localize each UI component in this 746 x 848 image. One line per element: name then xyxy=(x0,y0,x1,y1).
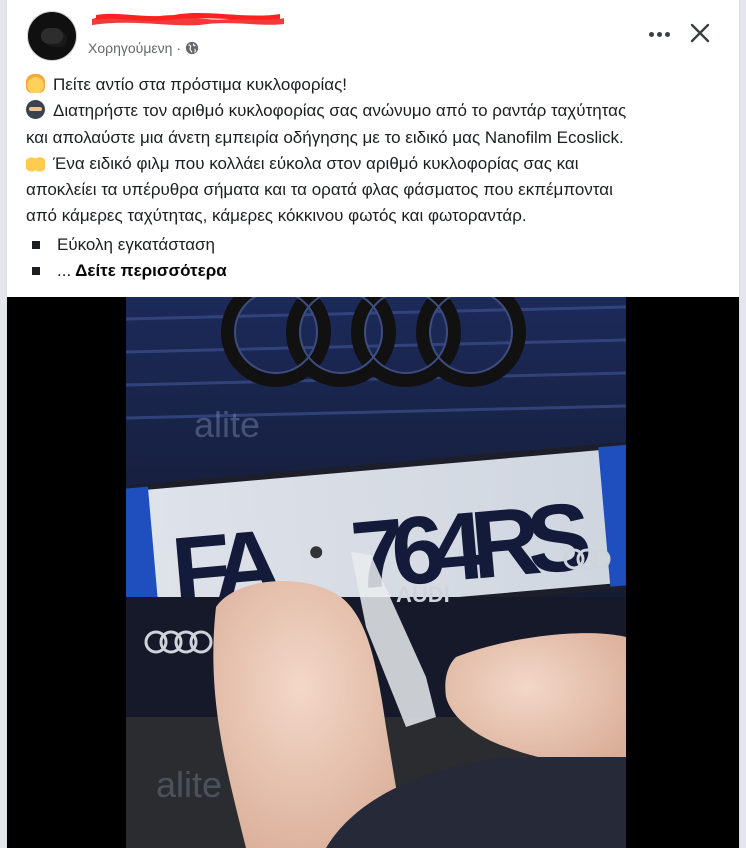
more-horizontal-icon-dot xyxy=(656,31,662,37)
list-item: Εύκολη εγκατάσταση xyxy=(32,232,227,258)
list-item: ... Δείτε περισσότερα xyxy=(32,258,227,284)
more-options-button[interactable] xyxy=(641,20,677,48)
video-frame: alite FA 764RS AUDI alite xyxy=(126,297,626,848)
video-player[interactable]: alite FA 764RS AUDI alite xyxy=(7,297,739,848)
post-line: Διατηρήστε τον αριθμό κυκλοφορίας σας αν… xyxy=(26,98,726,124)
globe-icon[interactable] xyxy=(185,41,199,55)
brand-text: AUDI xyxy=(396,582,450,607)
list-item-text: Εύκολη εγκατάσταση xyxy=(57,235,215,254)
redacted-page-name xyxy=(92,12,284,26)
ellipsis-text: ... xyxy=(57,261,72,280)
sponsored-label[interactable]: Χορηγούμενη xyxy=(88,40,172,56)
bullet-icon xyxy=(32,241,40,249)
post-line: αποκλείει τα υπέρυθρα σήματα και τα ορατ… xyxy=(26,177,726,203)
watermark-top: alite xyxy=(194,404,260,445)
post-body-text: Πείτε αντίο στα πρόστιμα κυκλοφορίας! Δι… xyxy=(26,72,726,230)
feature-list: Εύκολη εγκατάσταση ... Δείτε περισσότερα xyxy=(32,232,227,284)
post-line-text: Πείτε αντίο στα πρόστιμα κυκλοφορίας! xyxy=(53,75,348,94)
post-line: Ένα ειδικό φιλμ που κολλάει εύκολα στον … xyxy=(26,151,726,177)
post-line-text: αποκλείει τα υπέρυθρα σήματα και τα ορατ… xyxy=(26,180,613,200)
post-line-text: από κάμερες ταχύτητας, κάμερες κόκκινου … xyxy=(26,206,527,226)
bullet-icon xyxy=(32,267,40,275)
watermark-bottom: alite xyxy=(156,764,222,805)
close-icon xyxy=(690,23,710,43)
avatar[interactable] xyxy=(27,11,77,61)
post-line: και απολαύστε μια άνετη εμπειρία οδήγηση… xyxy=(26,125,726,151)
sponsored-post-card: Χορηγούμενη · Πείτε αντίο στα πρόστιμα κ… xyxy=(6,0,740,848)
post-meta: Χορηγούμενη · xyxy=(88,40,199,56)
see-more-link[interactable]: Δείτε περισσότερα xyxy=(75,258,227,284)
video-still: alite FA 764RS AUDI alite xyxy=(126,297,626,848)
post-line-text: Διατηρήστε τον αριθμό κυκλοφορίας σας αν… xyxy=(53,101,627,121)
raising-hands-emoji xyxy=(26,152,45,172)
post-header: Χορηγούμενη · xyxy=(7,0,739,66)
meta-separator: · xyxy=(176,40,182,56)
more-horizontal-icon-dot xyxy=(648,31,654,37)
avatar-logo xyxy=(41,28,63,44)
post-line-text: Ένα ειδικό φιλμ που κολλάει εύκολα στον … xyxy=(53,153,579,173)
post-line: από κάμερες ταχύτητας, κάμερες κόκκινου … xyxy=(26,203,726,229)
close-button[interactable] xyxy=(683,16,717,50)
post-line-text: και απολαύστε μια άνετη εμπειρία οδήγηση… xyxy=(26,127,624,147)
ninja-emoji xyxy=(26,100,45,120)
raised-hand-emoji xyxy=(26,74,45,93)
post-line: Πείτε αντίο στα πρόστιμα κυκλοφορίας! xyxy=(26,72,726,98)
more-horizontal-icon-dot xyxy=(664,31,670,37)
